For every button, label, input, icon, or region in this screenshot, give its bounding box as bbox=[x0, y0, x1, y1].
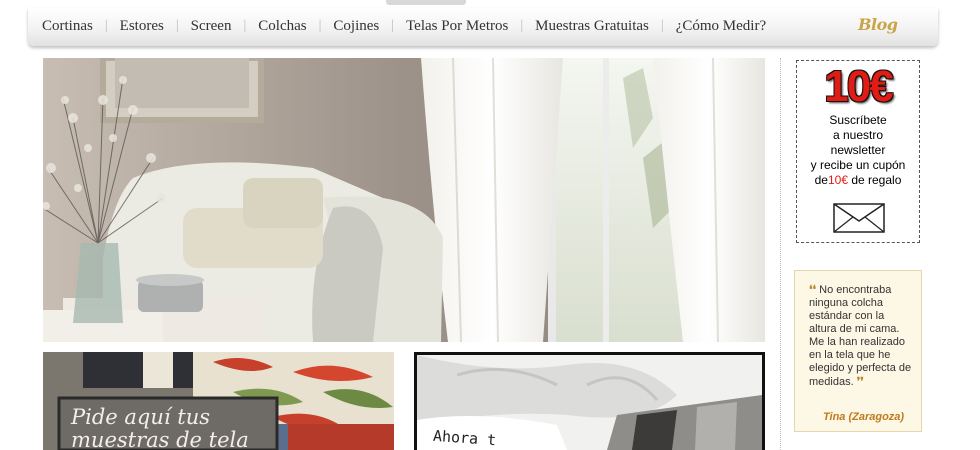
nav-item-muestras-gratuitas[interactable]: Muestras Gratuitas bbox=[535, 18, 649, 35]
nav-separator: | bbox=[243, 18, 247, 33]
newsletter-line-post: de regalo bbox=[848, 173, 902, 187]
newsletter-coupon-box[interactable]: 10€ Suscríbete a nuestro newsletter y re… bbox=[796, 60, 920, 243]
nav-item-colchas[interactable]: Colchas bbox=[258, 18, 306, 35]
samples-promo-line2: muestras de tela bbox=[71, 428, 249, 450]
samples-promo-line1: Pide aquí tus bbox=[71, 405, 211, 429]
nav-item-cortinas[interactable]: Cortinas bbox=[42, 18, 93, 35]
newsletter-line: y recibe un cupón bbox=[810, 158, 906, 172]
blog-link[interactable]: Blog bbox=[858, 15, 898, 34]
nav-separator: | bbox=[318, 18, 322, 33]
newsletter-line: newsletter bbox=[830, 143, 886, 157]
newsletter-line: a nuestro bbox=[832, 128, 884, 142]
newsletter-line-pre: de bbox=[814, 173, 828, 187]
nav-item-telas-por-metros[interactable]: Telas Por Metros bbox=[406, 18, 508, 35]
testimonial-author: Tina (Zaragoza) bbox=[823, 411, 905, 423]
nav-item-cojines[interactable]: Cojines bbox=[333, 18, 379, 35]
newsletter-line: Suscríbete bbox=[829, 113, 887, 127]
samples-promo-tile[interactable]: Pide aquí tus muestras de tela bbox=[43, 352, 394, 450]
newsletter-line: de10€ de regalo bbox=[797, 173, 919, 188]
nav-separator: | bbox=[391, 18, 395, 33]
nav-separator: | bbox=[175, 18, 179, 33]
main-nav: Cortinas | Estores | Screen | Colchas | … bbox=[28, 8, 938, 46]
close-quote-icon: ❜❜ bbox=[856, 375, 864, 388]
testimonial-box: ❛❛ No encontraba ninguna colcha estándar… bbox=[794, 270, 922, 432]
nav-item-screen[interactable]: Screen bbox=[191, 18, 232, 35]
coupon-amount: 10€ bbox=[824, 62, 893, 111]
nav-separator: | bbox=[520, 18, 524, 33]
newsletter-line-amount: 10€ bbox=[827, 173, 848, 187]
hero-banner[interactable] bbox=[43, 58, 765, 342]
nav-item-como-medir[interactable]: ¿Cómo Medir? bbox=[676, 18, 766, 35]
custom-promo-tile[interactable]: Ahora t bbox=[414, 352, 765, 450]
testimonial-text: No encontraba ninguna colcha estándar co… bbox=[809, 284, 912, 388]
envelope-icon[interactable] bbox=[833, 203, 885, 233]
newsletter-text: Suscríbete a nuestro newsletter y recibe… bbox=[797, 113, 919, 188]
nav-separator: | bbox=[104, 18, 108, 33]
nav-item-estores[interactable]: Estores bbox=[120, 18, 164, 35]
living-room-curtains-photo bbox=[43, 58, 765, 342]
sidebar-divider bbox=[780, 58, 781, 450]
top-tab bbox=[386, 0, 466, 5]
nav-separator: | bbox=[660, 18, 664, 33]
open-quote-icon: ❛❛ bbox=[809, 283, 817, 296]
samples-promo-text: Pide aquí tus muestras de tela bbox=[71, 406, 249, 450]
